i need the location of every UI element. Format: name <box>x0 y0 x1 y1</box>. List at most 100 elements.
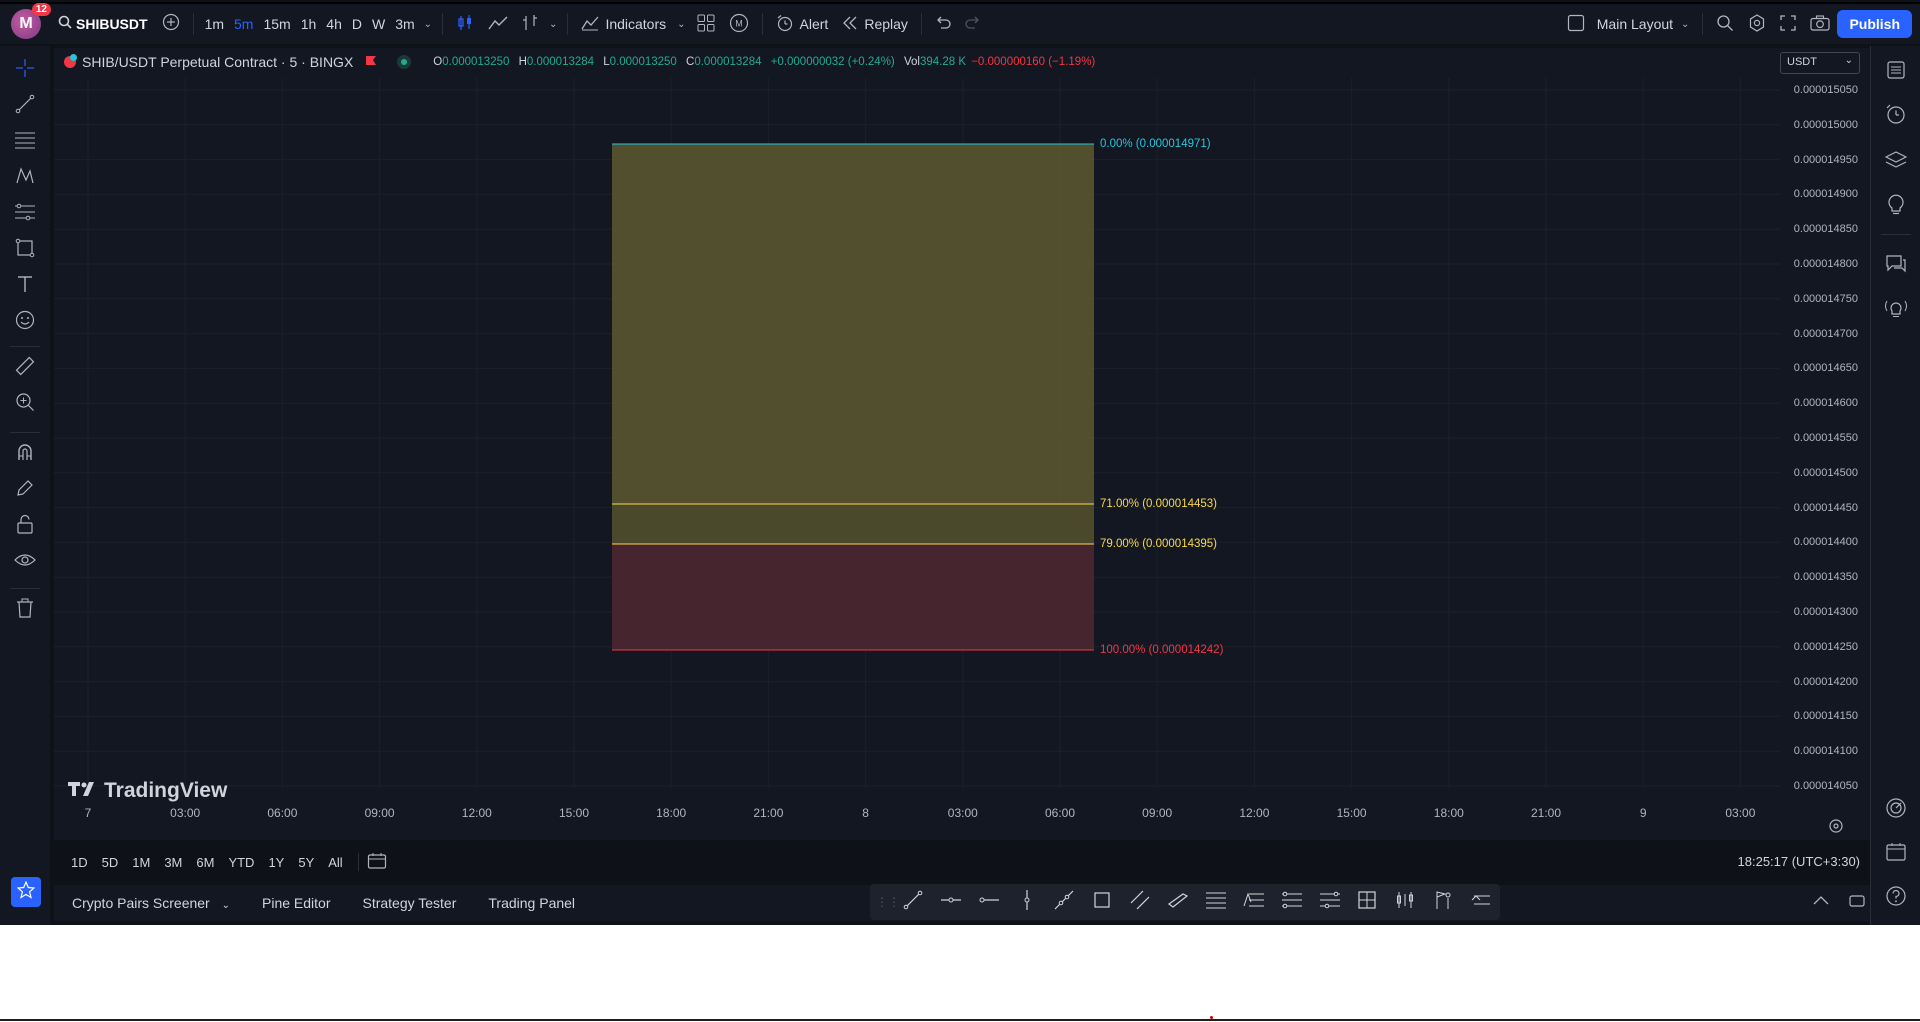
object-tree-button[interactable] <box>1882 146 1910 174</box>
anchored-vwap-button[interactable] <box>1424 890 1462 915</box>
interval-d[interactable]: D <box>347 8 367 40</box>
trend-line-button[interactable] <box>894 890 932 915</box>
candles-chart-type-button[interactable] <box>449 8 481 40</box>
quick-search-button[interactable] <box>1709 8 1741 40</box>
parallel-channel-button[interactable] <box>1121 890 1159 915</box>
remove-drawings-tool[interactable] <box>11 596 39 624</box>
script-button[interactable]: M <box>722 8 756 40</box>
layout-menu-button[interactable]: Main Layout ⌄ <box>1560 8 1697 40</box>
tab-strategy-tester[interactable]: Strategy Tester <box>346 895 472 911</box>
fullscreen-button[interactable] <box>1773 8 1803 40</box>
interval-dropdown[interactable]: ⌄ <box>420 8 436 40</box>
more-tools-button[interactable] <box>1462 890 1500 915</box>
range-1d[interactable]: 1D <box>64 855 95 870</box>
fib-tool[interactable] <box>11 128 39 156</box>
symbol-search-button[interactable]: SHIBUSDT <box>51 8 155 40</box>
chats-button[interactable] <box>1882 250 1910 278</box>
text-tool[interactable] <box>11 272 39 300</box>
interval-5m[interactable]: 5m <box>229 8 258 40</box>
extended-line-button[interactable] <box>1046 890 1084 915</box>
alert-button[interactable]: Alert <box>769 8 836 40</box>
chart-type-dropdown[interactable]: ⌄ <box>545 8 561 40</box>
floating-drawing-toolbar[interactable]: ⋮⋮ <box>870 884 1500 920</box>
publish-button[interactable]: Publish <box>1837 10 1912 38</box>
range-1y[interactable]: 1Y <box>261 855 291 870</box>
measure-tool[interactable] <box>11 354 39 382</box>
vertical-line-button[interactable] <box>1008 889 1046 916</box>
crosshair-tool[interactable] <box>11 56 39 84</box>
gann-box-button[interactable] <box>1349 890 1387 915</box>
magnet-tool[interactable] <box>11 440 39 468</box>
watchlist-button[interactable] <box>1882 56 1910 84</box>
tab-pine-editor[interactable]: Pine Editor <box>246 895 346 911</box>
avatar[interactable]: M 12 <box>11 3 51 39</box>
layout-grid-button[interactable] <box>690 8 722 40</box>
flag-icon[interactable] <box>365 54 377 70</box>
bar-chart-type-button[interactable] <box>515 8 545 40</box>
favorites-button[interactable] <box>11 877 41 907</box>
series-title[interactable]: SHIB/USDT Perpetual Contract · 5 · BINGX <box>82 54 353 70</box>
replay-button[interactable]: Replay <box>835 8 915 40</box>
horizontal-line-button[interactable] <box>932 890 970 915</box>
zoom-tool[interactable] <box>11 390 39 418</box>
range-1m[interactable]: 1M <box>125 855 157 870</box>
regression-channel-button[interactable] <box>1159 890 1197 915</box>
fib-time-zone-button[interactable] <box>1311 890 1349 915</box>
interval-1m[interactable]: 1m <box>200 8 229 40</box>
shapes-tool[interactable] <box>11 236 39 264</box>
hotlists-button[interactable] <box>1882 794 1910 822</box>
interval-w[interactable]: W <box>367 8 390 40</box>
fib-channel-button[interactable] <box>1273 890 1311 915</box>
pattern-tool[interactable] <box>11 164 39 192</box>
tab-trading-panel[interactable]: Trading Panel <box>472 895 591 911</box>
hide-drawings-tool[interactable] <box>11 548 39 576</box>
price-axis[interactable]: 0.000015050 0.000015000 0.000014950 0.00001… <box>1780 48 1870 792</box>
undo-button[interactable] <box>928 8 958 40</box>
pitchfork-button[interactable] <box>1386 890 1424 915</box>
lock-drawings-tool[interactable] <box>11 512 39 540</box>
fib-extension-button[interactable] <box>1235 890 1273 915</box>
trend-line-icon <box>903 890 923 909</box>
axis-settings-icon[interactable] <box>1828 818 1844 839</box>
streams-button[interactable] <box>1882 294 1910 322</box>
layout-name: Main Layout <box>1596 16 1674 32</box>
interval-4h[interactable]: 4h <box>321 8 347 40</box>
time-axis[interactable]: 7 03:00 06:00 09:00 12:00 15:00 18:00 21:00 8 03:… <box>54 806 1780 826</box>
indicators-button[interactable]: Indicators <box>574 8 673 40</box>
drag-handle-icon[interactable]: ⋮⋮ <box>876 895 900 909</box>
stay-in-drawing-mode-tool[interactable] <box>11 476 39 504</box>
range-all[interactable]: All <box>321 855 349 870</box>
ideas-button[interactable] <box>1882 190 1910 218</box>
compare-symbol-button[interactable] <box>155 8 187 40</box>
indicators-dropdown[interactable]: ⌄ <box>673 8 689 40</box>
tradingview-logo[interactable]: TradingView <box>68 779 227 803</box>
emoji-tool[interactable] <box>11 308 39 336</box>
interval-1h[interactable]: 1h <box>296 8 322 40</box>
line-chart-type-button[interactable] <box>481 8 515 40</box>
redo-button[interactable] <box>958 8 988 40</box>
prediction-tool[interactable] <box>11 200 39 228</box>
rectangle-button[interactable] <box>1083 890 1121 915</box>
go-to-date-button[interactable] <box>367 852 387 873</box>
chart-pane[interactable]: SHIB/USDT Perpetual Contract · 5 · BINGX… <box>54 48 1870 840</box>
range-ytd[interactable]: YTD <box>221 855 261 870</box>
range-6m[interactable]: 6M <box>189 855 221 870</box>
maximize-panel-button[interactable] <box>1848 893 1866 912</box>
calendar-button[interactable] <box>1882 838 1910 866</box>
interval-15m[interactable]: 15m <box>258 8 295 40</box>
range-3m[interactable]: 3M <box>157 855 189 870</box>
horizontal-ray-button[interactable] <box>970 890 1008 915</box>
settings-button[interactable] <box>1741 8 1773 40</box>
fib-retracement-button[interactable] <box>1197 890 1235 915</box>
collapse-panel-button[interactable] <box>1812 893 1830 910</box>
help-button[interactable] <box>1882 882 1910 910</box>
alerts-button[interactable] <box>1882 100 1910 128</box>
range-5y[interactable]: 5Y <box>291 855 321 870</box>
fib-speed-icon <box>1319 891 1340 908</box>
tab-crypto-pairs-screener[interactable]: Crypto Pairs Screener ⌄ <box>54 895 246 911</box>
interval-3m[interactable]: 3m <box>390 8 419 40</box>
timezone-clock[interactable]: 18:25:17 (UTC+3:30) <box>1738 854 1860 869</box>
range-5d[interactable]: 5D <box>95 855 126 870</box>
snapshot-button[interactable] <box>1803 8 1837 40</box>
trend-line-tool[interactable] <box>11 92 39 120</box>
